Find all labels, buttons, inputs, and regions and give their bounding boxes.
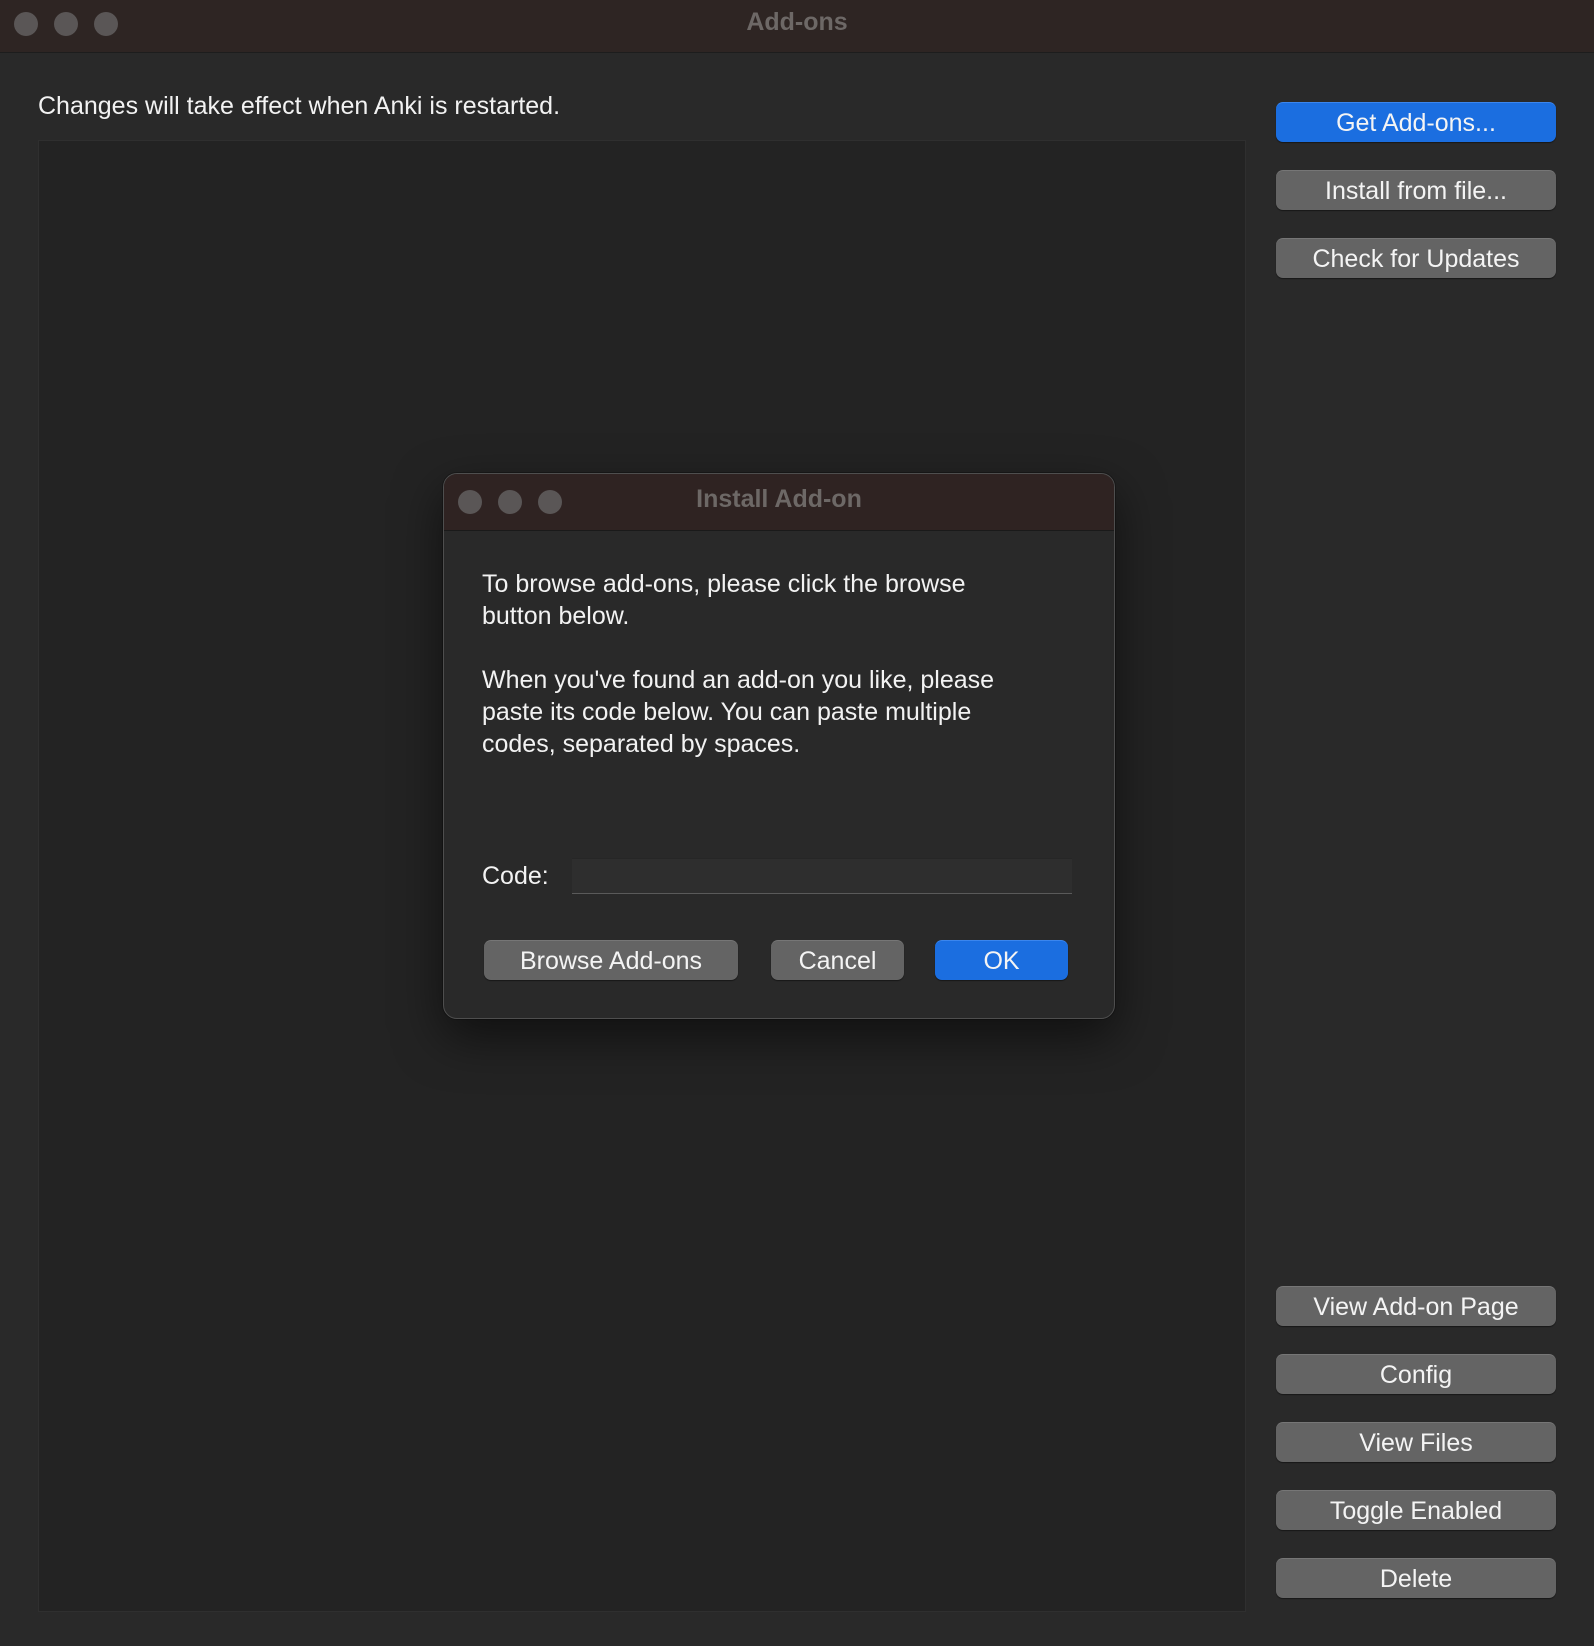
window-title: Add-ons (746, 8, 848, 36)
get-addons-button[interactable]: Get Add-ons... (1276, 102, 1556, 142)
code-input[interactable] (572, 858, 1072, 894)
config-button[interactable]: Config (1276, 1354, 1556, 1394)
instructions-line: To browse add-ons, please click the brow… (482, 570, 966, 598)
browse-addons-button[interactable]: Browse Add-ons (484, 940, 738, 980)
install-addon-dialog: Install Add-on To browse add-ons, please… (443, 473, 1115, 1019)
view-files-button[interactable]: View Files (1276, 1422, 1556, 1462)
ok-button[interactable]: OK (935, 940, 1068, 980)
dialog-titlebar[interactable]: Install Add-on (444, 474, 1114, 531)
addons-window: Add-ons Changes will take effect when An… (0, 0, 1594, 1646)
instructions-line: When you've found an add-on you like, pl… (482, 666, 995, 694)
check-for-updates-button[interactable]: Check for Updates (1276, 238, 1556, 278)
cancel-button[interactable]: Cancel (771, 940, 904, 980)
delete-button[interactable]: Delete (1276, 1558, 1556, 1598)
window-titlebar[interactable]: Add-ons (0, 0, 1594, 53)
paste-instructions: When you've found an add-on you like, pl… (482, 664, 1062, 760)
code-label: Code: (482, 862, 549, 890)
instructions-line: paste its code below. You can paste mult… (482, 698, 972, 726)
dialog-title: Install Add-on (696, 485, 862, 513)
instructions-line: button below. (482, 602, 630, 630)
instructions-line: codes, separated by spaces. (482, 730, 801, 758)
browse-instructions: To browse add-ons, please click the brow… (482, 568, 1062, 632)
view-addon-page-button[interactable]: View Add-on Page (1276, 1286, 1556, 1326)
install-from-file-button[interactable]: Install from file... (1276, 170, 1556, 210)
toggle-enabled-button[interactable]: Toggle Enabled (1276, 1490, 1556, 1530)
restart-notice: Changes will take effect when Anki is re… (38, 92, 561, 120)
